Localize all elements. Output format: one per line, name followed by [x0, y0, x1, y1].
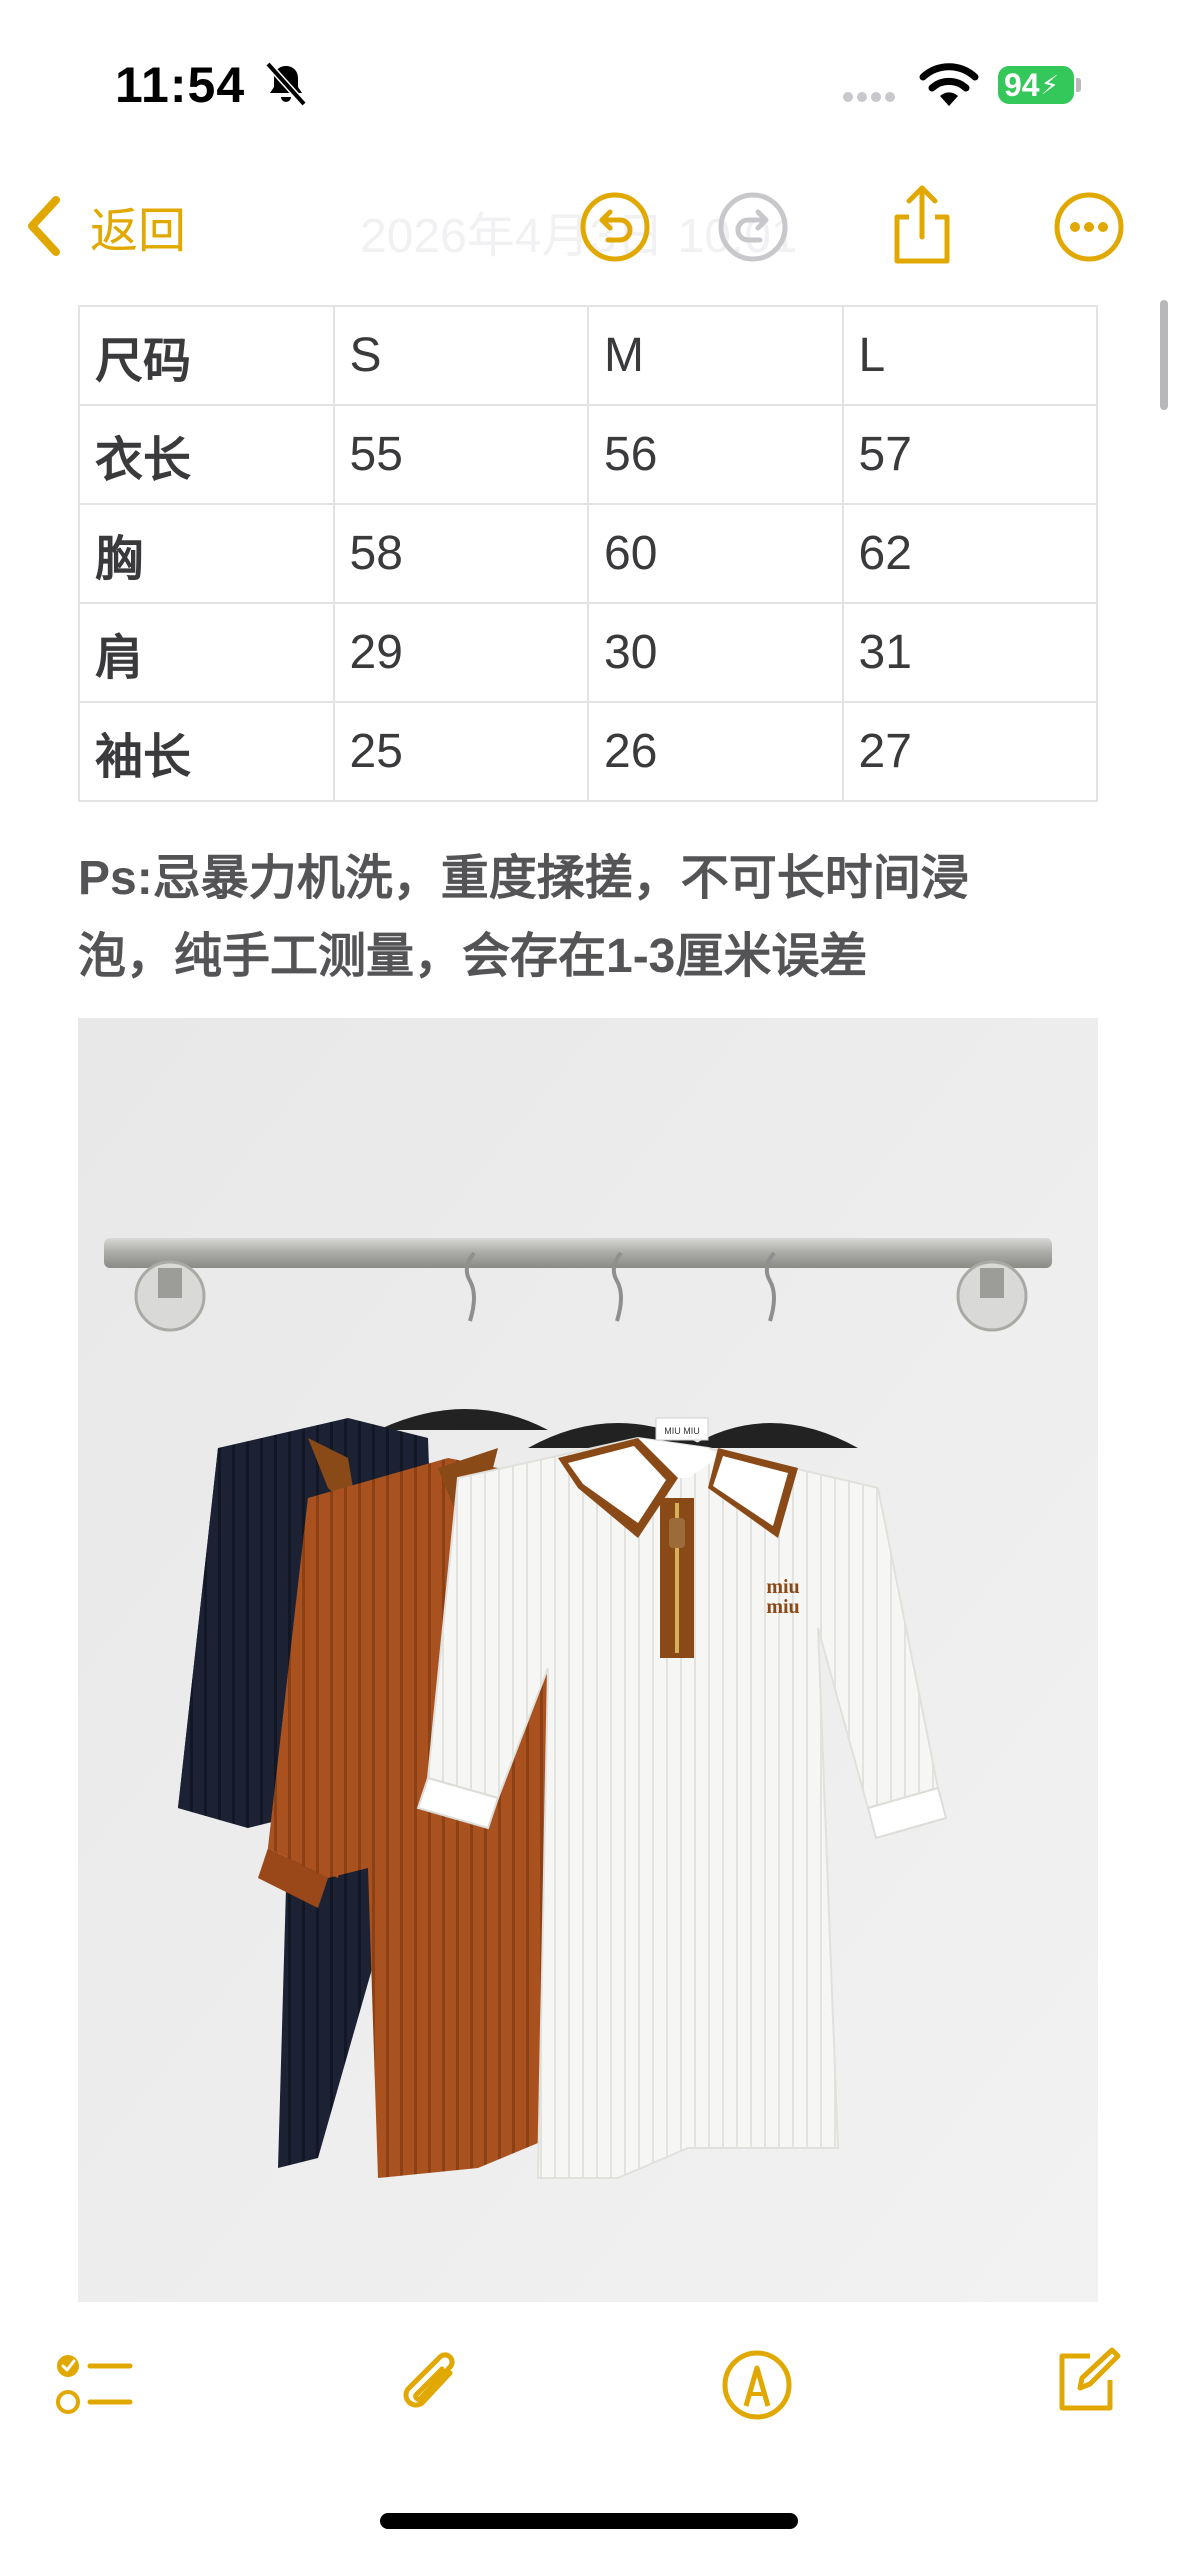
table-row: 衣长 55 56 57: [78, 404, 1098, 505]
back-button[interactable]: 返回: [24, 186, 186, 266]
table-cell[interactable]: 31: [841, 602, 1098, 703]
size-table: 尺码 S M L 衣长 55 56 57 胸 58 60 62 肩 29 30 …: [78, 305, 1098, 802]
compose-note-button[interactable]: [1042, 2336, 1132, 2426]
table-cell[interactable]: 30: [587, 602, 844, 703]
markup-button[interactable]: [712, 2340, 802, 2430]
polo-shirts-image: MIU MIU miu miu: [78, 1018, 1098, 2302]
table-cell[interactable]: 衣长: [78, 404, 335, 505]
undo-button[interactable]: [578, 190, 652, 264]
note-line: 泡，纯手工测量，会存在1-3厘米误差: [78, 930, 868, 983]
battery-nub: [1076, 78, 1081, 92]
paperclip-icon: [403, 2352, 455, 2408]
attachment-button[interactable]: [386, 2340, 476, 2430]
compose-icon: [1059, 2347, 1121, 2411]
neck-label-text: MIU MIU: [664, 1426, 700, 1436]
clothes-rail: [104, 1238, 1052, 1268]
redo-icon: [718, 192, 788, 262]
status-time: 11:54: [115, 57, 246, 113]
pen-tip-icon: [722, 2350, 792, 2420]
bell-slash-icon: [265, 61, 307, 107]
undo-icon: [580, 192, 650, 262]
note-body-text[interactable]: Ps:忌暴力机洗，重度揉搓，不可长时间浸 泡，纯手工测量，会存在1-3厘米误差: [78, 840, 1138, 996]
home-indicator[interactable]: [380, 2513, 798, 2529]
more-options-button[interactable]: [1052, 190, 1126, 264]
wifi-icon: [919, 63, 979, 106]
scroll-indicator[interactable]: [1160, 300, 1168, 410]
battery-indicator: 94 ⚡: [998, 66, 1074, 104]
table-cell[interactable]: M: [587, 305, 844, 406]
table-cell[interactable]: 肩: [78, 602, 335, 703]
checklist-icon: [56, 2355, 133, 2414]
share-icon: [894, 185, 950, 264]
note-line: Ps:忌暴力机洗，重度揉搓，不可长时间浸: [78, 852, 969, 905]
back-label: 返回: [90, 205, 187, 258]
chevron-left-icon: [28, 196, 60, 256]
checklist-button[interactable]: [50, 2340, 140, 2430]
table-cell[interactable]: 27: [841, 701, 1098, 802]
table-cell[interactable]: S: [332, 305, 589, 406]
table-cell[interactable]: 袖长: [78, 701, 335, 802]
table-cell[interactable]: 胸: [78, 503, 335, 604]
table-cell[interactable]: 26: [587, 701, 844, 802]
table-cell[interactable]: 29: [332, 602, 589, 703]
charging-bolt-icon: ⚡: [1040, 69, 1059, 100]
table-row: 袖长 25 26 27: [78, 701, 1098, 802]
battery-level: 94: [1004, 66, 1040, 103]
logo-text-line2: miu: [766, 1596, 799, 1618]
table-cell[interactable]: 55: [332, 404, 589, 505]
table-row: 胸 58 60 62: [78, 503, 1098, 604]
table-cell[interactable]: 60: [587, 503, 844, 604]
table-cell[interactable]: 尺码: [78, 305, 335, 406]
table-cell[interactable]: 25: [332, 701, 589, 802]
table-row: 肩 29 30 31: [78, 602, 1098, 703]
logo-text-line1: miu: [766, 1576, 799, 1598]
table-cell[interactable]: 56: [587, 404, 844, 505]
share-button[interactable]: [884, 180, 960, 270]
table-header-row: 尺码 S M L: [78, 305, 1098, 406]
table-cell[interactable]: L: [841, 305, 1098, 406]
redo-button[interactable]: [716, 190, 790, 264]
table-cell[interactable]: 58: [332, 503, 589, 604]
table-cell[interactable]: 62: [841, 503, 1098, 604]
cellular-signal-icon: [843, 92, 895, 102]
ellipsis-circle-icon: [1054, 192, 1124, 262]
table-cell[interactable]: 57: [841, 404, 1098, 505]
product-photo[interactable]: MIU MIU miu miu: [78, 1018, 1098, 2302]
